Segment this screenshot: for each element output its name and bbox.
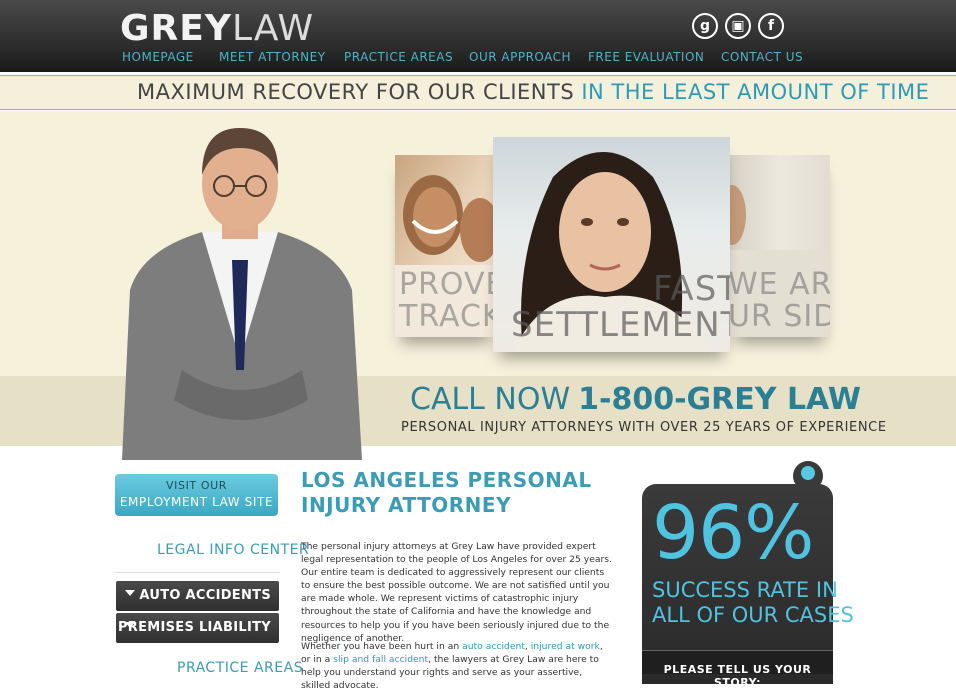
logo-bold: GREY bbox=[120, 8, 232, 49]
slide-we-are-on-your-side[interactable]: WE ARE UR SIDE bbox=[730, 155, 830, 337]
tagline-dark: MAXIMUM RECOVERY FOR OUR CLIENTS bbox=[137, 80, 575, 104]
call-now[interactable]: CALL NOW 1-800-GREY LAW bbox=[410, 382, 861, 417]
success-percent: 96% bbox=[652, 490, 814, 576]
tagline: MAXIMUM RECOVERY FOR OUR CLIENTS IN THE … bbox=[137, 80, 929, 104]
logo-light: LAW bbox=[231, 8, 315, 49]
auto-accidents-button[interactable]: AUTO ACCIDENTS bbox=[116, 581, 279, 611]
attorney-portrait bbox=[122, 128, 362, 460]
hero-subline: PERSONAL INJURY ATTORNEYS WITH OVER 25 Y… bbox=[401, 420, 887, 435]
success-line1: SUCCESS RATE IN bbox=[652, 578, 838, 602]
premises-liability-button[interactable]: PREMISES LIABILITY bbox=[116, 613, 279, 643]
slide3-line1: WE ARE bbox=[730, 267, 830, 302]
sidebar-divider bbox=[115, 572, 280, 573]
nav-free-evaluation[interactable]: FREE EVALUATION bbox=[588, 50, 704, 64]
slide2-line1: FAST bbox=[653, 269, 730, 309]
employment-law-button[interactable]: VISIT OUR EMPLOYMENT LAW SITE bbox=[115, 474, 278, 516]
call-prefix: CALL NOW bbox=[410, 382, 571, 417]
slide-fast-settlements[interactable]: FAST SETTLEMENTS bbox=[493, 137, 730, 352]
auto-accident-link[interactable]: auto accident bbox=[462, 641, 525, 652]
nav-practice-areas[interactable]: PRACTICE AREAS bbox=[344, 50, 453, 64]
nav-homepage[interactable]: HOMEPAGE bbox=[122, 50, 194, 64]
site-header: GREYLAW g ▣ f HOMEPAGE MEET ATTORNEY PRA… bbox=[0, 0, 956, 72]
phone-number[interactable]: 1-800-GREY LAW bbox=[578, 382, 861, 417]
tag-hole-icon bbox=[801, 466, 815, 480]
secondary-paragraph: Whether you have been hurt in an auto ac… bbox=[301, 640, 613, 692]
instagram-icon[interactable]: ▣ bbox=[725, 13, 751, 39]
nav-meet-attorney[interactable]: MEET ATTORNEY bbox=[219, 50, 326, 64]
slide2-line2: SETTLEMENTS bbox=[511, 305, 730, 345]
tagline-blue: IN THE LEAST AMOUNT OF TIME bbox=[581, 80, 930, 104]
injured-at-work-link[interactable]: injured at work bbox=[531, 641, 600, 652]
nav-our-approach[interactable]: OUR APPROACH bbox=[469, 50, 571, 64]
slide1-line1: PROVEN bbox=[399, 267, 495, 302]
slide-proven-track-record[interactable]: PROVEN TRACK R bbox=[395, 155, 495, 337]
nav-contact-us[interactable]: CONTACT US bbox=[721, 50, 803, 64]
premises-liability-label: PREMISES LIABILITY bbox=[117, 620, 271, 635]
auto-accidents-label: AUTO ACCIDENTS bbox=[139, 588, 271, 603]
slide3-line2: UR SIDE bbox=[730, 299, 830, 334]
p2-text-a: Whether you have been hurt in an bbox=[301, 641, 463, 652]
success-line2: ALL OF OUR CASES bbox=[652, 603, 854, 627]
slip-and-fall-link[interactable]: slip and fall accident bbox=[333, 654, 428, 665]
facebook-icon[interactable]: f bbox=[758, 13, 784, 39]
google-icon[interactable]: g bbox=[692, 13, 718, 39]
employment-line2: EMPLOYMENT LAW SITE bbox=[119, 495, 274, 509]
employment-line1: VISIT OUR bbox=[166, 479, 227, 492]
tagline-band: MAXIMUM RECOVERY FOR OUR CLIENTS IN THE … bbox=[0, 75, 956, 110]
legal-info-heading[interactable]: LEGAL INFO CENTER bbox=[157, 542, 309, 558]
site-logo[interactable]: GREYLAW bbox=[120, 8, 314, 49]
page-title: LOS ANGELES PERSONAL INJURY ATTORNEY bbox=[301, 468, 592, 517]
tell-your-story-heading[interactable]: PLEASE TELL US YOUR STORY: bbox=[642, 650, 833, 689]
chevron-down-icon bbox=[125, 590, 135, 596]
intro-paragraph: The personal injury attorneys at Grey La… bbox=[301, 541, 612, 644]
slide1-line2: TRACK R bbox=[399, 299, 495, 334]
